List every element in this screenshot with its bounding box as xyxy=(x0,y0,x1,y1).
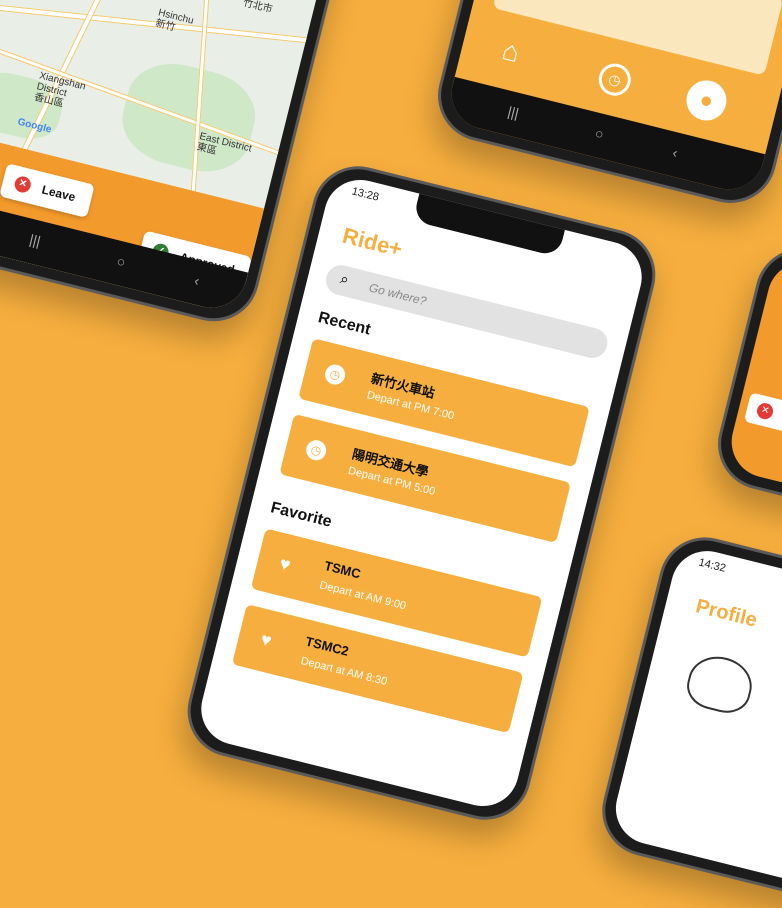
cat-avatar xyxy=(682,650,758,719)
app-title: Ride+ xyxy=(340,222,405,262)
recents-nav-icon-2[interactable]: ||| xyxy=(506,103,520,121)
home-icon[interactable]: ⌂ xyxy=(499,34,523,69)
heart-icon: ♥ xyxy=(277,553,293,576)
map-label-hsinchu: Hsinchu 新竹 xyxy=(154,7,195,34)
right-edge-screen: ✕ xyxy=(724,254,782,512)
recent-heading: Recent xyxy=(316,309,373,339)
close-icon: ✕ xyxy=(755,401,775,421)
nav-screen: ⌂ ◷ ● ||| ○ ‹ xyxy=(444,0,782,197)
clock-icon: ◷ xyxy=(304,438,329,463)
favorite-card-title: TSMC xyxy=(322,557,363,582)
profile-title: Profile xyxy=(693,595,760,632)
back-nav-icon[interactable]: ‹ xyxy=(193,272,201,289)
profile-icon[interactable]: ● xyxy=(682,76,731,125)
profile-screen: 14:32 Profile xyxy=(608,543,782,893)
leave-button-partial[interactable]: ✕ xyxy=(743,392,782,436)
profile-phone: 14:32 Profile xyxy=(592,527,782,908)
favorite-card-subtitle: Depart at AM 9:00 xyxy=(318,579,408,613)
map-label-zhubei: 竹北市 xyxy=(241,0,274,16)
favorite-card-subtitle: Depart at AM 8:30 xyxy=(299,654,389,689)
status-time: 13:28 xyxy=(350,185,381,204)
right-edge-phone: ✕ xyxy=(708,238,782,528)
search-placeholder: Go where? xyxy=(367,280,428,309)
recents-nav-icon[interactable]: ||| xyxy=(28,231,42,249)
search-icon: ⌕ xyxy=(338,270,351,289)
clock-icon: ◷ xyxy=(322,362,348,387)
nav-phone: ⌂ ◷ ● ||| ○ ‹ xyxy=(428,0,782,213)
search-bar[interactable]: ⌕ Go where? xyxy=(322,262,611,362)
favorite-heading: Favorite xyxy=(268,499,334,531)
heart-icon: ♥ xyxy=(258,628,274,651)
profile-status-time: 14:32 xyxy=(697,556,727,575)
clock-icon[interactable]: ◷ xyxy=(595,60,635,100)
back-nav-icon-2[interactable]: ‹ xyxy=(671,144,679,161)
home-nav-icon-2[interactable]: ○ xyxy=(593,125,605,143)
leave-label: Leave xyxy=(40,182,77,205)
phone-notch xyxy=(412,191,565,257)
favorite-card-title: TSMC2 xyxy=(303,633,351,659)
home-nav-icon[interactable]: ○ xyxy=(115,253,127,271)
close-icon: ✕ xyxy=(13,174,33,195)
map-screen: Hsinchu 新竹 Xiangshan District 香山區 East D… xyxy=(0,0,337,316)
